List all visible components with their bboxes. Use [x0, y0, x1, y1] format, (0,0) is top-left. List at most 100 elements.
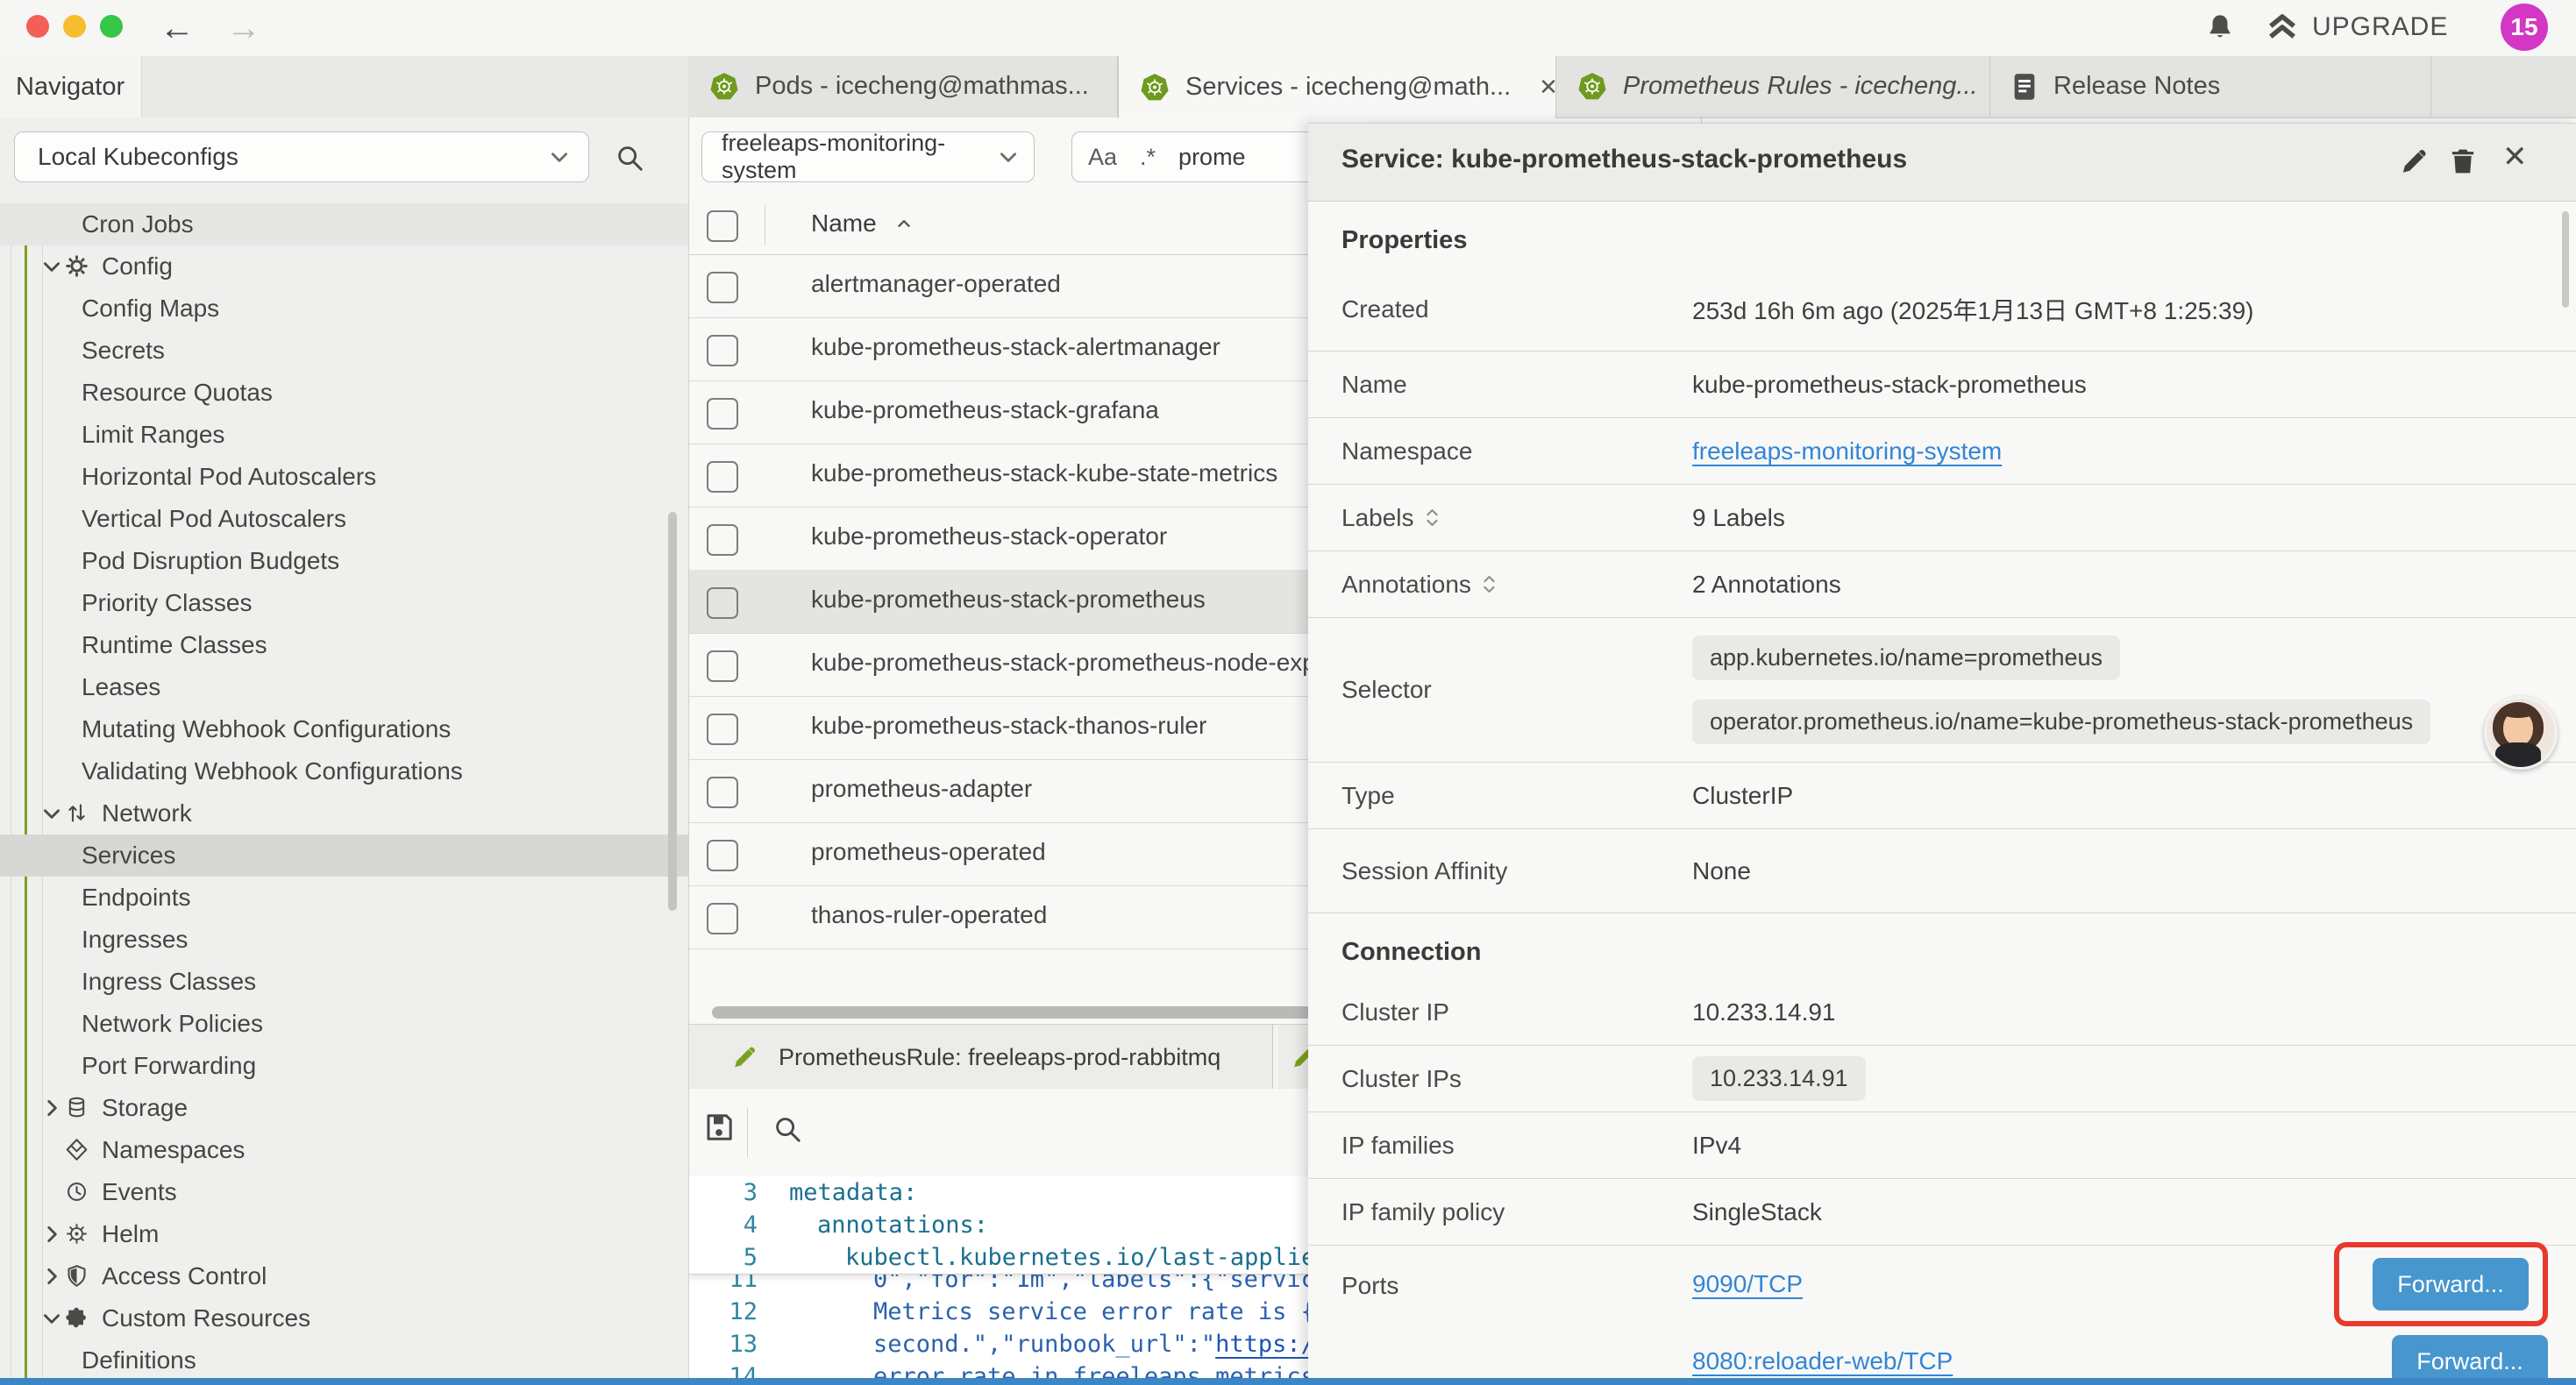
- close-icon[interactable]: ✕: [2502, 139, 2528, 174]
- namespace-selector[interactable]: freeleaps-monitoring-system: [701, 131, 1035, 182]
- notification-count-badge[interactable]: 15: [2501, 4, 2548, 51]
- sidebar-item-custom-resources[interactable]: Custom Resources: [0, 1297, 688, 1339]
- sidebar-item-namespaces[interactable]: Namespaces: [0, 1129, 688, 1171]
- row-checkbox[interactable]: [707, 903, 738, 934]
- sidebar-item-config[interactable]: Config: [0, 245, 688, 288]
- row-checkbox[interactable]: [707, 272, 738, 303]
- sidebar-item-config-maps[interactable]: Config Maps: [0, 288, 688, 330]
- table-row[interactable]: kube-prometheus-stack-operator: [689, 507, 1368, 571]
- tab-services-icecheng-math[interactable]: Services - icecheng@math...✕: [1118, 56, 1556, 118]
- sidebar-item-validating-webhook-configurations[interactable]: Validating Webhook Configurations: [0, 750, 688, 792]
- save-icon[interactable]: [703, 1112, 735, 1143]
- sidebar-item-priority-classes[interactable]: Priority Classes: [0, 582, 688, 624]
- chevron-down-icon[interactable]: [40, 255, 63, 278]
- forward-icon[interactable]: →: [226, 7, 261, 49]
- editor-search-icon[interactable]: [772, 1113, 803, 1145]
- close-tab-icon[interactable]: ✕: [1526, 74, 1556, 101]
- close-window-button[interactable]: [26, 15, 49, 38]
- sidebar-item-vertical-pod-autoscalers[interactable]: Vertical Pod Autoscalers: [0, 498, 688, 540]
- delete-icon[interactable]: [2448, 146, 2478, 176]
- code-text: metadata:: [777, 1176, 917, 1209]
- notifications-bell-icon[interactable]: [2205, 12, 2235, 42]
- sidebar-item-ingresses[interactable]: Ingresses: [0, 919, 688, 961]
- user-avatar[interactable]: [2484, 696, 2558, 770]
- table-horizontal-scrollbar[interactable]: [712, 1006, 1357, 1019]
- sidebar-item-runtime-classes[interactable]: Runtime Classes: [0, 624, 688, 666]
- yaml-editor[interactable]: 3metadata:4annotations:5kubectl.kubernet…: [689, 1176, 1368, 1385]
- navigator-panel-header: Navigator: [0, 56, 688, 118]
- row-checkbox[interactable]: [707, 714, 738, 745]
- sidebar-item-access-control[interactable]: Access Control: [0, 1255, 688, 1297]
- row-checkbox[interactable]: [707, 650, 738, 682]
- table-row[interactable]: prometheus-operated: [689, 822, 1368, 886]
- maximize-window-button[interactable]: [100, 15, 123, 38]
- table-row[interactable]: prometheus-adapter: [689, 759, 1368, 823]
- match-case-toggle[interactable]: Aa: [1088, 144, 1117, 171]
- table-row[interactable]: kube-prometheus-stack-alertmanager: [689, 317, 1368, 381]
- sidebar-item-endpoints[interactable]: Endpoints: [0, 877, 688, 919]
- sidebar-item-horizontal-pod-autoscalers[interactable]: Horizontal Pod Autoscalers: [0, 456, 688, 498]
- editor-tab-prometheusrule[interactable]: PrometheusRule: freeleaps-prod-rabbitmq: [689, 1025, 1273, 1090]
- select-all-checkbox[interactable]: [707, 210, 738, 242]
- cluster-ip-label: Cluster IP: [1341, 998, 1692, 1026]
- row-checkbox[interactable]: [707, 840, 738, 871]
- regex-toggle[interactable]: .*: [1140, 144, 1156, 171]
- forward-button[interactable]: Forward...: [2392, 1335, 2548, 1379]
- row-checkbox[interactable]: [707, 461, 738, 493]
- tab-prometheus-rules-icecheng[interactable]: Prometheus Rules - icecheng...: [1556, 56, 1990, 117]
- row-checkbox[interactable]: [707, 524, 738, 556]
- port-link[interactable]: 8080:reloader-web/TCP: [1692, 1347, 1953, 1375]
- tab-navigator[interactable]: Navigator: [0, 56, 142, 117]
- tab-release-notes[interactable]: Release Notes: [1990, 56, 2431, 117]
- table-row[interactable]: thanos-ruler-operated: [689, 885, 1368, 949]
- name-column-header[interactable]: Name: [811, 210, 914, 238]
- navigator-sidebar: Local Kubeconfigs Cron JobsConfigConfig …: [0, 117, 689, 1385]
- namespace-link[interactable]: freeleaps-monitoring-system: [1692, 437, 2002, 465]
- expand-collapse-icon[interactable]: [1482, 572, 1497, 596]
- expand-collapse-icon[interactable]: [1425, 506, 1440, 529]
- sidebar-item-secrets[interactable]: Secrets: [0, 330, 688, 372]
- edit-icon[interactable]: [2399, 146, 2429, 176]
- sidebar-item-definitions[interactable]: Definitions: [0, 1339, 688, 1381]
- sidebar-item-network[interactable]: Network: [0, 792, 688, 835]
- chevron-down-icon[interactable]: [40, 1307, 63, 1330]
- sidebar-item-network-policies[interactable]: Network Policies: [0, 1003, 688, 1045]
- sidebar-item-ingress-classes[interactable]: Ingress Classes: [0, 961, 688, 1003]
- sidebar-item-helm[interactable]: Helm: [0, 1213, 688, 1255]
- table-row[interactable]: kube-prometheus-stack-prometheus-node-ex…: [689, 633, 1368, 697]
- chevron-right-icon[interactable]: [40, 1223, 63, 1246]
- row-checkbox[interactable]: [707, 335, 738, 366]
- kubeconfig-selector[interactable]: Local Kubeconfigs: [14, 131, 589, 182]
- row-checkbox[interactable]: [707, 398, 738, 430]
- sidebar-item-storage[interactable]: Storage: [0, 1087, 688, 1129]
- sidebar-item-leases[interactable]: Leases: [0, 666, 688, 708]
- sidebar-item-limit-ranges[interactable]: Limit Ranges: [0, 414, 688, 456]
- search-icon[interactable]: [614, 142, 645, 174]
- chevron-right-icon[interactable]: [40, 1265, 63, 1288]
- table-row[interactable]: kube-prometheus-stack-kube-state-metrics: [689, 444, 1368, 508]
- port-link[interactable]: 9090/TCP: [1692, 1270, 1803, 1298]
- table-row[interactable]: kube-prometheus-stack-prometheus: [689, 570, 1368, 634]
- sidebar-item-resource-quotas[interactable]: Resource Quotas: [0, 372, 688, 414]
- sidebar-item-events[interactable]: Events: [0, 1171, 688, 1213]
- table-row[interactable]: alertmanager-operated: [689, 254, 1368, 318]
- sidebar-scrollbar[interactable]: [668, 512, 677, 911]
- kubeconfig-selector-value: Local Kubeconfigs: [38, 143, 238, 171]
- chevron-down-icon[interactable]: [40, 802, 63, 825]
- row-checkbox[interactable]: [707, 587, 738, 619]
- forward-button[interactable]: Forward...: [2373, 1258, 2529, 1310]
- minimize-window-button[interactable]: [63, 15, 86, 38]
- row-checkbox[interactable]: [707, 777, 738, 808]
- table-row[interactable]: kube-prometheus-stack-grafana: [689, 380, 1368, 444]
- back-icon[interactable]: ←: [160, 7, 195, 49]
- sidebar-item-services[interactable]: Services: [0, 835, 688, 877]
- chevron-right-icon[interactable]: [40, 1097, 63, 1119]
- cluster-ips-chip: 10.233.14.91: [1692, 1056, 1866, 1101]
- sidebar-item-cron-jobs[interactable]: Cron Jobs: [0, 203, 688, 245]
- table-row[interactable]: kube-prometheus-stack-thanos-ruler: [689, 696, 1368, 760]
- upgrade-button[interactable]: UPGRADE: [2266, 12, 2448, 42]
- tab-pods-icecheng-mathmas[interactable]: Pods - icecheng@mathmas...: [688, 56, 1118, 117]
- sidebar-item-port-forwarding[interactable]: Port Forwarding: [0, 1045, 688, 1087]
- sidebar-item-pod-disruption-budgets[interactable]: Pod Disruption Budgets: [0, 540, 688, 582]
- sidebar-item-mutating-webhook-configurations[interactable]: Mutating Webhook Configurations: [0, 708, 688, 750]
